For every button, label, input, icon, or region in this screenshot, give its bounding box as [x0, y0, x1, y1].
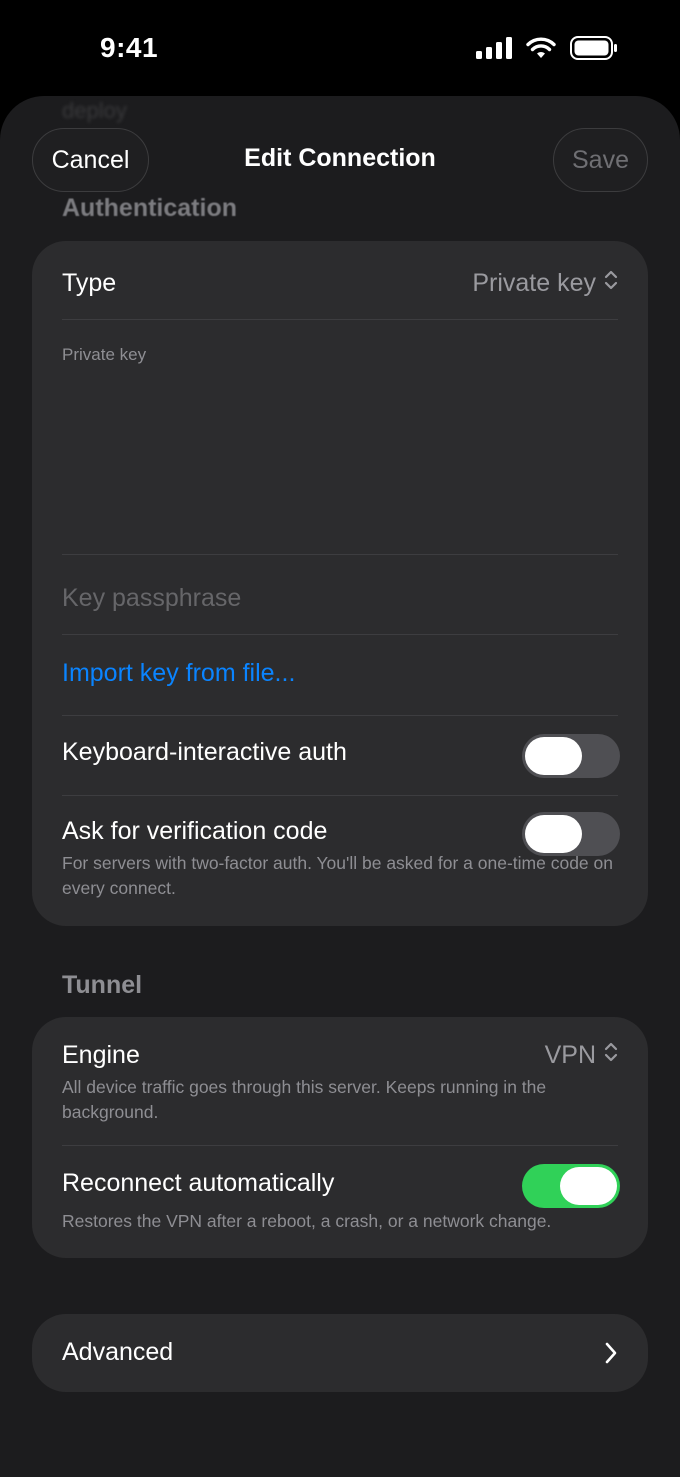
toggle-knob	[525, 815, 582, 853]
status-bar: 9:41	[0, 0, 680, 96]
edit-connection-sheet: deploy Cancel Edit Connection Save Authe…	[0, 96, 680, 1477]
toggle-knob	[560, 1167, 617, 1205]
reconnect-toggle[interactable]	[522, 1164, 620, 1208]
auth-type-value: Private key	[472, 269, 596, 297]
divider	[62, 554, 618, 555]
auth-type-label: Type	[62, 269, 117, 297]
auth-type-picker[interactable]: Private key	[472, 269, 618, 298]
toggle-knob	[525, 737, 582, 775]
status-icons	[476, 36, 618, 60]
reconnect-row: Reconnect automatically Restores the VPN…	[62, 1164, 620, 1247]
keyboard-interactive-row: Keyboard-interactive auth	[62, 734, 620, 786]
engine-value: VPN	[544, 1041, 596, 1069]
keyboard-interactive-toggle[interactable]	[522, 734, 620, 778]
import-key-link[interactable]: Import key from file...	[62, 659, 295, 688]
save-button[interactable]: Save	[553, 128, 648, 192]
private-key-label: Private key	[62, 345, 147, 364]
passphrase-row	[62, 578, 618, 618]
background-ghost-title: deploy	[62, 98, 127, 123]
divider	[62, 319, 618, 320]
advanced-label: Advanced	[62, 1338, 174, 1366]
engine-row[interactable]: Engine VPN All device traffic goes throu…	[62, 1039, 618, 1139]
verification-code-toggle[interactable]	[522, 812, 620, 856]
section-header-tunnel: Tunnel	[62, 971, 143, 999]
divider	[62, 634, 618, 635]
advanced-row[interactable]: Advanced	[32, 1314, 648, 1392]
engine-picker[interactable]: VPN	[545, 1041, 618, 1070]
status-time: 9:41	[100, 32, 159, 63]
private-key-label-row: Private key	[62, 345, 618, 375]
updown-chevron-icon	[604, 1041, 618, 1070]
tunnel-card: Engine VPN All device traffic goes throu…	[32, 1017, 648, 1258]
auth-type-row[interactable]: Type Private key	[62, 265, 618, 305]
verification-code-row: Ask for verification code For servers wi…	[62, 812, 620, 917]
divider	[62, 795, 618, 796]
engine-note: All device traffic goes through this ser…	[62, 1077, 547, 1122]
battery-icon	[570, 36, 618, 60]
reconnect-label: Reconnect automatically	[62, 1169, 335, 1197]
section-header-authentication: Authentication	[62, 194, 237, 222]
import-key-row: Import key from file...	[62, 659, 618, 699]
wifi-icon	[526, 37, 556, 59]
chevron-right-icon	[604, 1341, 618, 1370]
verification-code-note: For servers with two-factor auth. You'll…	[62, 853, 613, 898]
verification-code-label: Ask for verification code	[62, 817, 328, 845]
private-key-textarea[interactable]	[62, 381, 618, 545]
authentication-card: Type Private key Private key Import key …	[32, 241, 648, 926]
cellular-signal-icon	[476, 37, 512, 59]
divider	[62, 1145, 618, 1146]
divider	[62, 715, 618, 716]
keyboard-interactive-label: Keyboard-interactive auth	[62, 738, 347, 766]
key-passphrase-field[interactable]	[62, 578, 618, 618]
updown-chevron-icon	[604, 269, 618, 298]
reconnect-note: Restores the VPN after a reboot, a crash…	[62, 1211, 552, 1231]
engine-label: Engine	[62, 1041, 140, 1069]
